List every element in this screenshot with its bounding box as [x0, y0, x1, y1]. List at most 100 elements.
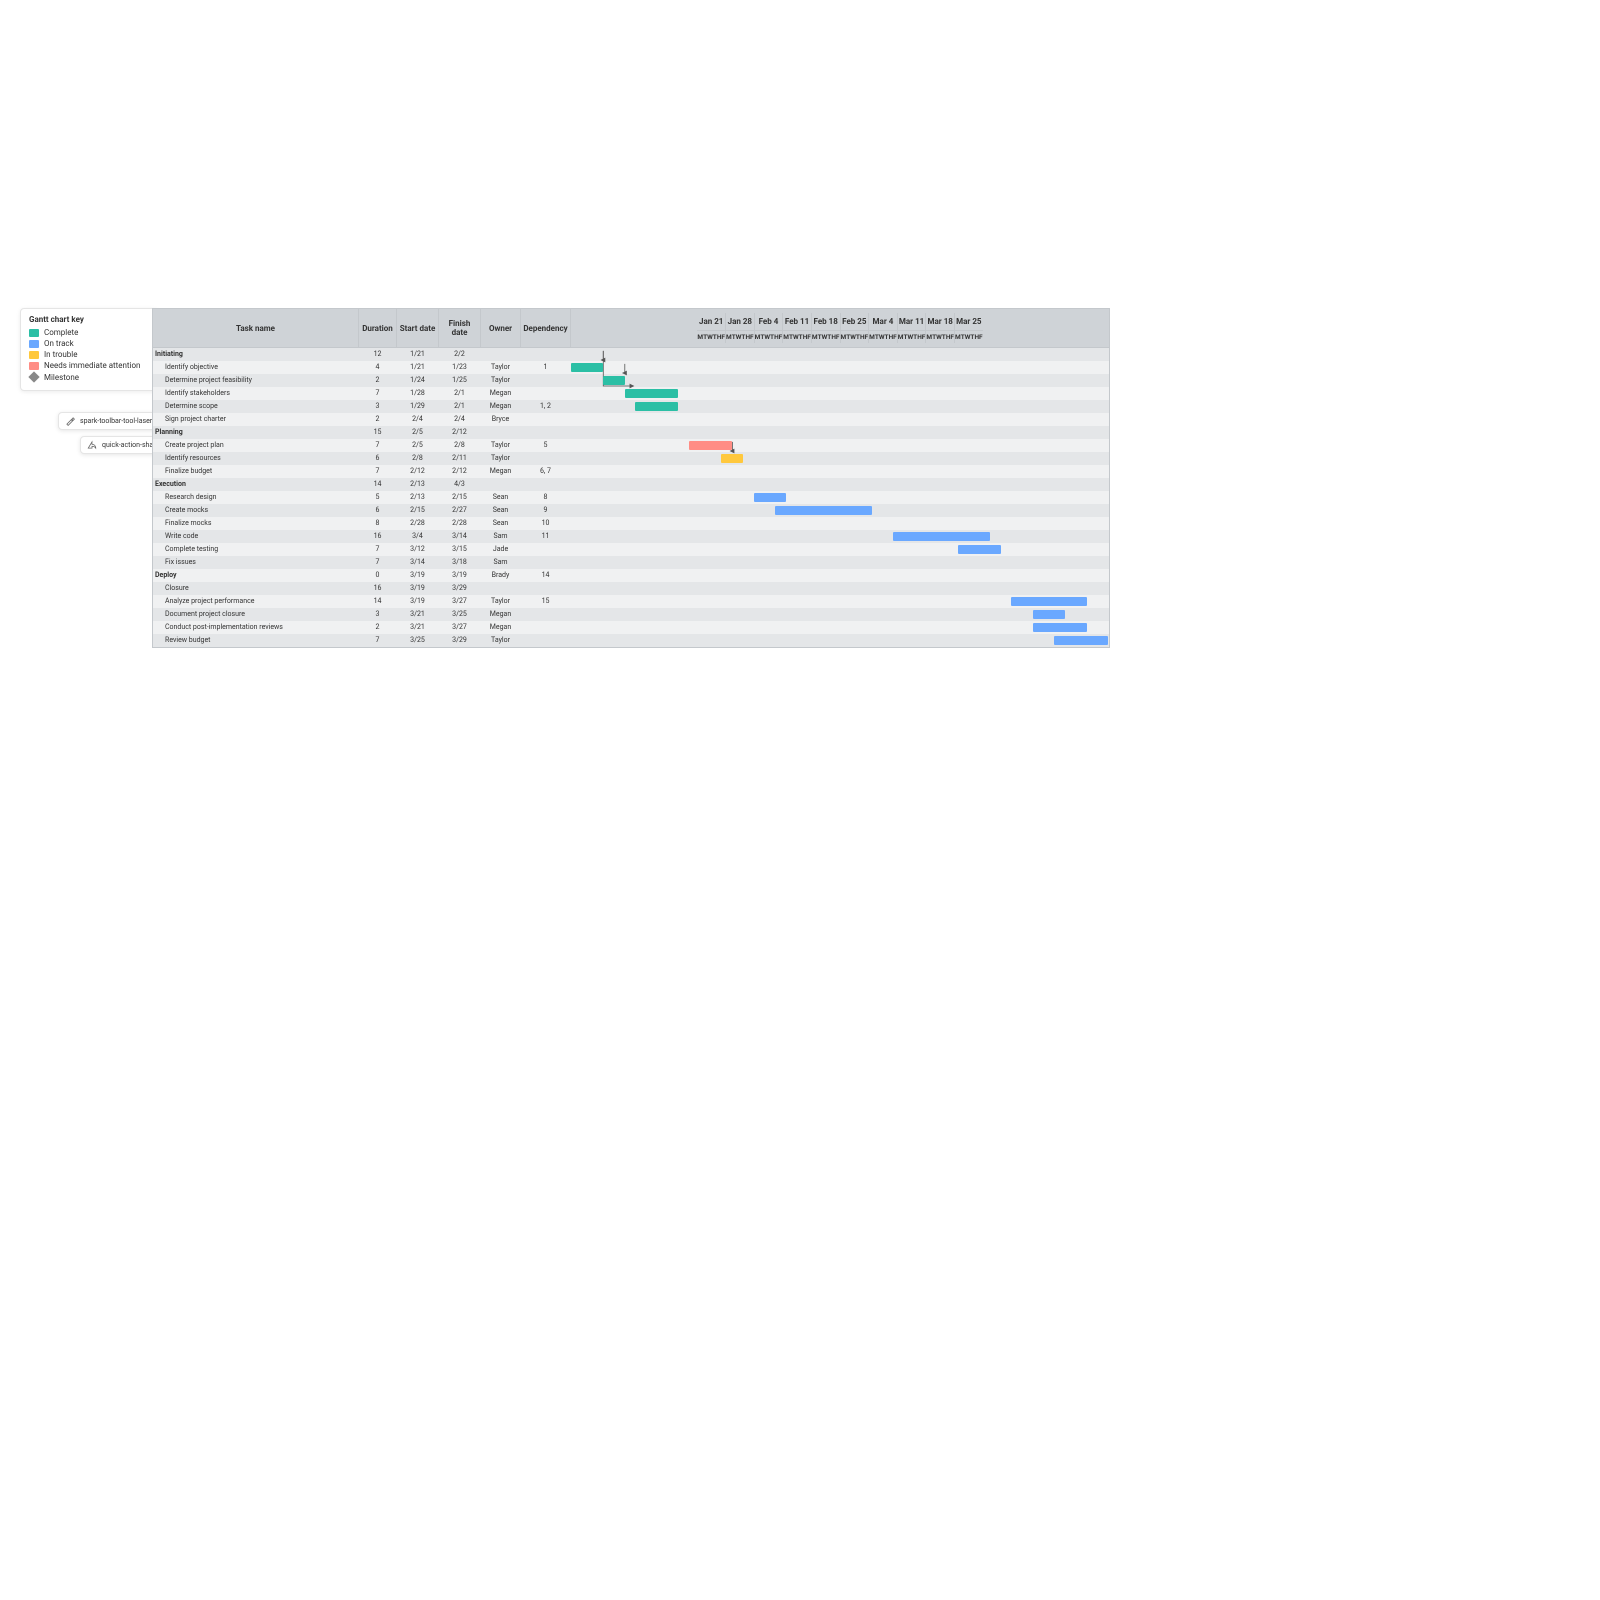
- legend-swatch: [29, 351, 39, 359]
- cell-task: Determine project feasibility: [153, 374, 359, 387]
- gantt-bar[interactable]: [1033, 610, 1065, 619]
- task-row[interactable]: Identify stakeholders71/282/1Megan: [153, 387, 1109, 400]
- gantt-bar[interactable]: [571, 363, 603, 372]
- task-row[interactable]: Research design52/132/15Sean8: [153, 491, 1109, 504]
- task-row[interactable]: Closure163/193/29: [153, 582, 1109, 595]
- week-label: Feb 18: [812, 313, 840, 331]
- task-row[interactable]: Review budget73/253/29Taylor: [153, 634, 1109, 647]
- day-label: TH: [856, 331, 865, 343]
- task-row[interactable]: Complete testing73/123/15Jade: [153, 543, 1109, 556]
- cell-duration: 6: [359, 452, 397, 465]
- task-row[interactable]: Finalize budget72/122/12Megan6, 7: [153, 465, 1109, 478]
- task-row[interactable]: Create mocks62/152/27Sean9: [153, 504, 1109, 517]
- cell-finish: 2/2: [439, 348, 481, 361]
- day-label: TH: [942, 331, 951, 343]
- gantt-bar[interactable]: [1054, 636, 1108, 645]
- cell-owner: [481, 348, 521, 361]
- week-column: Jan 21MTWTHF: [697, 313, 726, 343]
- week-column: Mar 4MTWTHF: [869, 313, 898, 343]
- cell-owner: Jade: [481, 543, 521, 556]
- cell-duration: 14: [359, 478, 397, 491]
- task-row[interactable]: Determine scope31/292/1Megan1, 2: [153, 400, 1109, 413]
- col-task[interactable]: Task name: [153, 309, 359, 347]
- cell-start: 3/25: [397, 634, 439, 647]
- gantt-bar[interactable]: [603, 376, 624, 385]
- day-label: F: [893, 331, 897, 343]
- cell-dependency: 15: [521, 595, 571, 608]
- cell-timeline: [571, 543, 1109, 556]
- cell-duration: 2: [359, 413, 397, 426]
- col-duration[interactable]: Duration: [359, 309, 397, 347]
- cell-owner: Sean: [481, 517, 521, 530]
- task-row[interactable]: Identify objective41/211/23Taylor1: [153, 361, 1109, 374]
- legend-label: Complete: [44, 328, 78, 337]
- cell-timeline: [571, 634, 1109, 647]
- legend-item: On track: [29, 339, 149, 348]
- cell-owner: Megan: [481, 608, 521, 621]
- task-row[interactable]: Sign project charter22/42/4Bryce: [153, 413, 1109, 426]
- legend-item: Complete: [29, 328, 149, 337]
- cell-task: Closure: [153, 582, 359, 595]
- cell-owner: Taylor: [481, 361, 521, 374]
- cell-task: Document project closure: [153, 608, 359, 621]
- week-column: Feb 25MTWTHF: [841, 313, 870, 343]
- cell-task: Determine scope: [153, 400, 359, 413]
- task-row[interactable]: Create project plan72/52/8Taylor5: [153, 439, 1109, 452]
- gantt-bar[interactable]: [1011, 597, 1086, 606]
- section-row[interactable]: Planning152/52/12: [153, 426, 1109, 439]
- col-dependency[interactable]: Dependency: [521, 309, 571, 347]
- day-label: F: [979, 331, 983, 343]
- col-finish[interactable]: Finish date: [439, 309, 481, 347]
- cell-finish: 2/8: [439, 439, 481, 452]
- section-row[interactable]: Deploy03/193/19Brady14: [153, 569, 1109, 582]
- task-row[interactable]: Determine project feasibility21/241/25Ta…: [153, 374, 1109, 387]
- cell-task: Identify objective: [153, 361, 359, 374]
- laser-pointer-icon: [65, 416, 75, 426]
- task-row[interactable]: Write code163/43/14Sam11: [153, 530, 1109, 543]
- task-row[interactable]: Analyze project performance143/193/27Tay…: [153, 595, 1109, 608]
- gantt-bar[interactable]: [754, 493, 786, 502]
- cell-start: 3/21: [397, 608, 439, 621]
- cell-finish: 2/12: [439, 465, 481, 478]
- cell-start: 2/28: [397, 517, 439, 530]
- task-row[interactable]: Document project closure33/213/25Megan: [153, 608, 1109, 621]
- cell-owner: Sam: [481, 530, 521, 543]
- cell-owner: Taylor: [481, 374, 521, 387]
- cell-dependency: [521, 582, 571, 595]
- task-row[interactable]: Identify resources62/82/11Taylor: [153, 452, 1109, 465]
- cell-task: Create project plan: [153, 439, 359, 452]
- gantt-bar[interactable]: [721, 454, 742, 463]
- cell-duration: 0: [359, 569, 397, 582]
- legend-title: Gantt chart key: [29, 315, 149, 324]
- cell-task: Finalize budget: [153, 465, 359, 478]
- week-label: Jan 28: [726, 313, 754, 331]
- col-owner[interactable]: Owner: [481, 309, 521, 347]
- gantt-bar[interactable]: [1033, 623, 1087, 632]
- gantt-bar[interactable]: [625, 389, 679, 398]
- cell-timeline: [571, 556, 1109, 569]
- cell-timeline: [571, 530, 1109, 543]
- section-row[interactable]: Execution142/134/3: [153, 478, 1109, 491]
- task-row[interactable]: Fix issues73/143/18Sam: [153, 556, 1109, 569]
- gantt-bar[interactable]: [775, 506, 872, 515]
- section-row[interactable]: Initiating121/212/2: [153, 348, 1109, 361]
- gantt-bar[interactable]: [635, 402, 678, 411]
- cell-duration: 5: [359, 491, 397, 504]
- cell-task: Identify stakeholders: [153, 387, 359, 400]
- task-row[interactable]: Finalize mocks82/282/28Sean10: [153, 517, 1109, 530]
- legend-swatch: [29, 340, 39, 348]
- day-label: TH: [827, 331, 836, 343]
- day-label: TH: [799, 331, 808, 343]
- gantt-bar[interactable]: [958, 545, 1001, 554]
- share-label: quick-action-share: [102, 441, 159, 449]
- cell-dependency: 14: [521, 569, 571, 582]
- gantt-bar[interactable]: [689, 441, 732, 450]
- gantt-bar[interactable]: [893, 532, 990, 541]
- cell-dependency: 1: [521, 361, 571, 374]
- task-row[interactable]: Conduct post-implementation reviews23/21…: [153, 621, 1109, 634]
- col-start[interactable]: Start date: [397, 309, 439, 347]
- cell-start: 3/19: [397, 595, 439, 608]
- day-label: TH: [970, 331, 979, 343]
- cell-timeline: [571, 426, 1109, 439]
- cell-start: 2/13: [397, 491, 439, 504]
